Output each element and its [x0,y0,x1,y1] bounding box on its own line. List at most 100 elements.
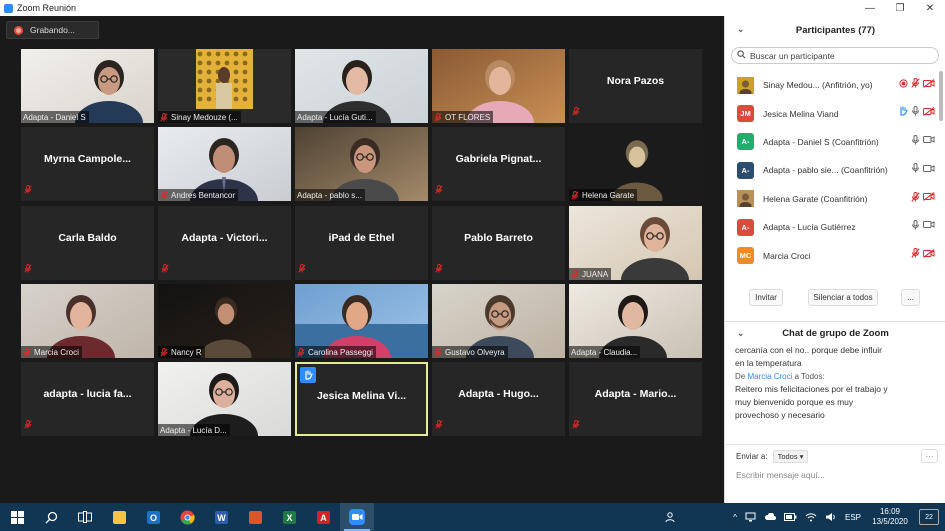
zoom-logo-icon [4,3,13,13]
word-icon[interactable]: W [204,503,238,531]
notifications-button[interactable]: 22 [919,509,939,525]
mic-muted-icon[interactable] [911,191,920,204]
mic-muted-icon [297,347,305,357]
chat-message-input[interactable]: Escribir mensaje aquí... [736,470,825,480]
wifi-icon[interactable] [805,512,817,522]
tile-name-label: Adapta - Lucía Guti... [295,111,376,123]
windows-taskbar: OWXA ^ ESP 16:09 13/5/2020 22 [0,503,945,531]
participant-row[interactable]: A- Adapta - Lucía Gutiérrez [725,213,941,241]
mute-all-button[interactable]: Silenciar a todos [808,289,878,306]
chat-sender-name[interactable]: Marcia Croci [747,372,792,381]
windows-start-icon[interactable] [0,503,34,531]
participant-tile[interactable]: adapta - lucia fa... [21,362,154,436]
invite-button[interactable]: Invitar [749,289,783,306]
participant-tile[interactable]: Adapta - Mario... [569,362,702,436]
participant-tile[interactable]: Gustavo Olveyra [432,284,565,358]
office-icon[interactable] [238,503,272,531]
outlook-icon[interactable]: O [136,503,170,531]
tile-display-name: Adapta - Hugo... [458,388,539,400]
volume-icon[interactable] [825,512,837,522]
participant-row[interactable]: A- Adapta - pablo sie... (Coanfitrión) [725,156,941,184]
participant-tile[interactable]: OT FLORES [432,49,565,123]
participant-tile[interactable]: Carla Baldo [21,206,154,280]
participant-row[interactable]: Sinay Medou... (Anfitrión, yo) [725,71,941,99]
participant-row[interactable]: JM Jesica Melina Viand [725,99,941,127]
tile-name: Helena Garate [582,190,635,200]
participant-tile[interactable]: Adapta - Lucía Guti... [295,49,428,123]
participant-tile[interactable]: Adapta - Daniel S [21,49,154,123]
chevron-down-icon[interactable]: ⌄ [737,24,745,35]
taskbar-icons: O W XA [0,503,374,531]
chat-more-button[interactable]: ··· [921,449,938,463]
tile-name-label: Carolina Passeggi [295,346,376,358]
tile-display-name: Adapta - Mario... [594,388,677,400]
clock-date: 13/5/2020 [872,517,908,526]
participant-tile[interactable]: Adapta - Victori... [158,206,291,280]
language-indicator[interactable]: ESP [845,513,861,522]
mic-icon[interactable] [911,163,920,175]
chat-message-line: cercanía con el no.. porque debe influir [735,345,882,355]
mic-muted-icon [434,347,442,357]
maximize-button[interactable]: ❐ [885,0,915,16]
participant-name: Sinay Medou... (Anfitrión, yo) [763,80,873,91]
participant-row[interactable]: MC Marcia Croci [725,241,941,269]
search-icon[interactable] [34,503,68,531]
send-to-dropdown[interactable]: Todos ▾ [772,450,809,463]
participant-tile[interactable]: Nora Pazos [569,49,702,123]
close-button[interactable]: ✕ [915,0,945,16]
file-explorer-icon[interactable] [102,503,136,531]
clock[interactable]: 16:09 13/5/2020 [865,507,915,527]
task-view-icon[interactable] [68,503,102,531]
participant-tile[interactable]: iPad de Ethel [295,206,428,280]
recording-label: Grabando... [30,25,75,35]
participant-tile[interactable]: JUANA [569,206,702,280]
cloud-icon[interactable] [764,513,776,521]
participant-tile[interactable]: Adapta - pablo s... [295,127,428,201]
mic-muted-icon[interactable] [911,248,920,260]
more-options-button[interactable]: ... [901,289,920,306]
avatar: A- [737,161,754,179]
zoom-icon[interactable] [340,503,374,531]
participant-row[interactable]: Helena Garate (Coanfitrión) [725,185,941,213]
mic-muted-icon[interactable] [911,78,920,90]
chevron-down-icon[interactable]: ⌄ [737,328,745,339]
participant-tile[interactable]: Carolina Passeggi [295,284,428,358]
chevron-up-icon[interactable]: ^ [733,513,737,522]
participant-tile[interactable]: Marcia Croci [21,284,154,358]
participant-tile[interactable]: Adapta - Lucía D... [158,362,291,436]
chrome-icon[interactable] [170,503,204,531]
participant-tile[interactable]: Nancy R [158,284,291,358]
participant-tile[interactable]: Adapta - Hugo... [432,362,565,436]
mic-muted-icon [435,416,443,434]
participant-tile[interactable]: Sinay Medouze (... [158,49,291,123]
participant-tile[interactable]: Jesica Melina Vi... [295,362,428,436]
window-title: Zoom Reunión [17,3,77,13]
participant-status-icons [898,106,935,118]
participant-search-input[interactable]: Buscar un participante [731,47,939,64]
minimize-button[interactable]: — [855,0,885,16]
participant-scrollbar[interactable] [939,71,943,121]
participant-tile[interactable]: Helena Garate [569,127,702,201]
participant-tile[interactable]: Adapta - Claudia... [569,284,702,358]
acrobat-icon[interactable]: A [306,503,340,531]
participant-tile[interactable]: Pablo Barreto [432,206,565,280]
mic-icon[interactable] [911,106,920,118]
mic-icon[interactable] [911,219,920,232]
participant-tile[interactable]: Myrna Campole... [21,127,154,201]
recording-indicator[interactable]: Grabando... [6,21,99,39]
battery-icon[interactable] [783,513,797,521]
people-icon[interactable] [665,511,677,523]
tile-name-label: JUANA [569,268,612,280]
mic-muted-icon [571,269,579,279]
participant-status-icons [911,248,935,260]
participant-tile[interactable]: Andres Bentancor [158,127,291,201]
participant-row[interactable]: A- Adapta - Daniel S (Coanfitrión) [725,128,941,156]
network-icon[interactable] [745,512,756,522]
mic-icon[interactable] [911,134,920,147]
participant-tile[interactable]: Gabriela Pignat... [432,127,565,201]
chat-message-line: muy bienvenido porque es muy [735,397,854,407]
tile-name-label: Marcia Croci [21,346,82,358]
tile-display-name: adapta - lucia fa... [43,388,132,400]
excel-icon[interactable]: X [272,503,306,531]
tile-display-name: Nora Pazos [606,75,665,87]
